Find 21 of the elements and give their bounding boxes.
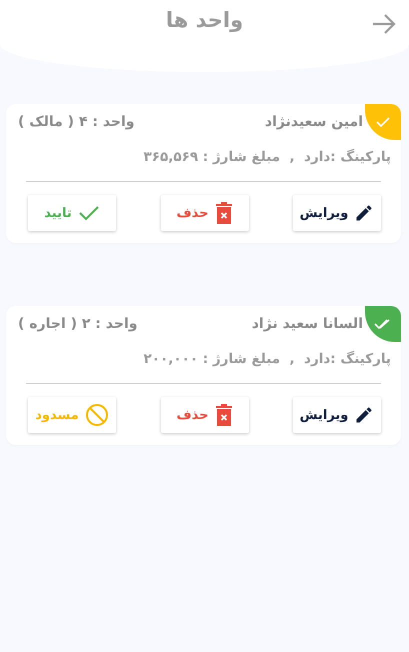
pencil-icon — [354, 405, 374, 425]
check-icon — [376, 116, 390, 128]
unit-details: پارکینگ :دارد , مبلغ شارژ : ۳۶۵,۵۶۹ — [142, 149, 391, 165]
back-arrow-icon[interactable] — [371, 13, 397, 35]
page-title: واحد ها — [166, 8, 244, 32]
unit-label: واحد : ۴ ( مالک ) — [18, 114, 135, 130]
trash-icon — [214, 404, 232, 426]
unit-details: پارکینگ :دارد , مبلغ شارژ : ۲۰۰,۰۰۰ — [142, 351, 391, 367]
unit-label: واحد : ۲ ( اجاره ) — [18, 316, 138, 332]
trash-icon — [214, 202, 232, 224]
block-icon — [84, 403, 109, 427]
delete-button[interactable]: حذف — [160, 195, 248, 231]
approve-button[interactable]: تایید — [28, 195, 116, 231]
delete-button[interactable]: حذف — [160, 397, 248, 433]
edit-button[interactable]: ویرایش — [293, 195, 381, 231]
double-check-icon — [374, 318, 392, 330]
check-icon — [78, 204, 100, 222]
resident-name: السانا سعید نژاد — [252, 316, 363, 332]
edit-button[interactable]: ویرایش — [293, 397, 381, 433]
pencil-icon — [354, 203, 374, 223]
resident-name: امین سعیدنژاد — [264, 114, 363, 130]
